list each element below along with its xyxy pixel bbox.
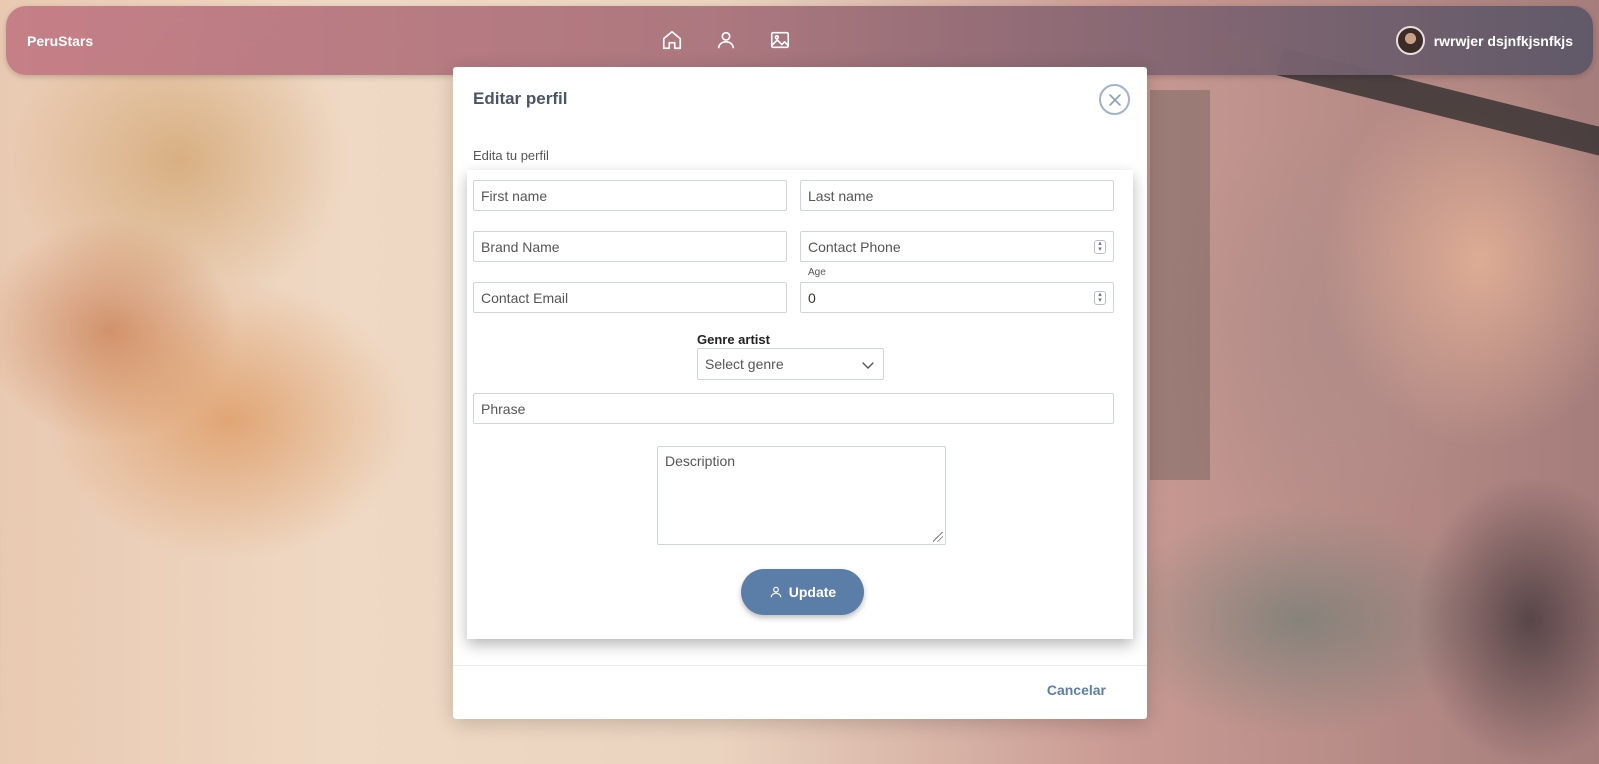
user-name[interactable]: rwrwjer dsjnfkjsnfkjs (1434, 33, 1573, 49)
phrase-input[interactable]: Phrase (473, 393, 1114, 424)
modal-footer: Cancelar (453, 665, 1147, 719)
chevron-down-icon (861, 358, 875, 372)
avatar[interactable] (1395, 26, 1425, 55)
phone-stepper[interactable]: ▴ ▾ (1094, 240, 1106, 254)
modal-title: Editar perfil (473, 89, 568, 108)
close-button[interactable] (1099, 84, 1130, 115)
update-button[interactable]: Update (741, 569, 864, 615)
nav-icons (661, 29, 791, 51)
close-icon (1108, 93, 1121, 106)
first-name-input[interactable]: First name (473, 180, 787, 211)
contact-email-placeholder: Contact Email (481, 289, 569, 306)
brand-logo[interactable]: PeruStars (27, 33, 93, 49)
user-icon (770, 586, 782, 598)
edit-profile-form: First name Last name Brand Name Contact … (467, 170, 1133, 639)
user-icon[interactable] (715, 29, 737, 51)
age-value: 0 (808, 289, 816, 306)
genre-selected-value: Select genre (705, 356, 784, 372)
modal-subtitle: Edita tu perfil (473, 148, 549, 163)
user-menu[interactable]: rwrwjer dsjnfkjsnfkjs (1395, 26, 1573, 55)
contact-phone-placeholder: Contact Phone (808, 238, 901, 255)
last-name-input[interactable]: Last name (800, 180, 1114, 211)
home-icon[interactable] (661, 29, 683, 51)
description-placeholder: Description (665, 453, 736, 469)
genre-select[interactable]: Select genre (697, 348, 884, 380)
cancel-button[interactable]: Cancelar (1047, 682, 1106, 698)
first-name-placeholder: First name (481, 187, 548, 204)
last-name-placeholder: Last name (808, 187, 874, 204)
age-stepper[interactable]: ▴ ▾ (1094, 291, 1106, 305)
description-textarea[interactable]: Description (657, 446, 946, 545)
brand-name-input[interactable]: Brand Name (473, 231, 787, 262)
age-label: Age (808, 267, 826, 278)
update-label: Update (788, 584, 837, 600)
genre-label: Genre artist (697, 332, 770, 347)
brand-name-placeholder: Brand Name (481, 238, 560, 255)
contact-email-input[interactable]: Contact Email (473, 282, 787, 313)
age-input[interactable]: 0 ▴ ▾ (800, 282, 1114, 313)
contact-phone-input[interactable]: Contact Phone ▴ ▾ (800, 231, 1114, 262)
top-navbar: PeruStars rwrwjer dsjnfkjsnfkjs (6, 6, 1593, 75)
background-canvas-edge (1150, 90, 1210, 480)
phrase-placeholder: Phrase (481, 400, 526, 417)
edit-profile-modal: Editar perfil Edita tu perfil First name… (453, 67, 1147, 719)
resize-handle[interactable] (933, 532, 943, 542)
image-icon[interactable] (769, 29, 791, 51)
